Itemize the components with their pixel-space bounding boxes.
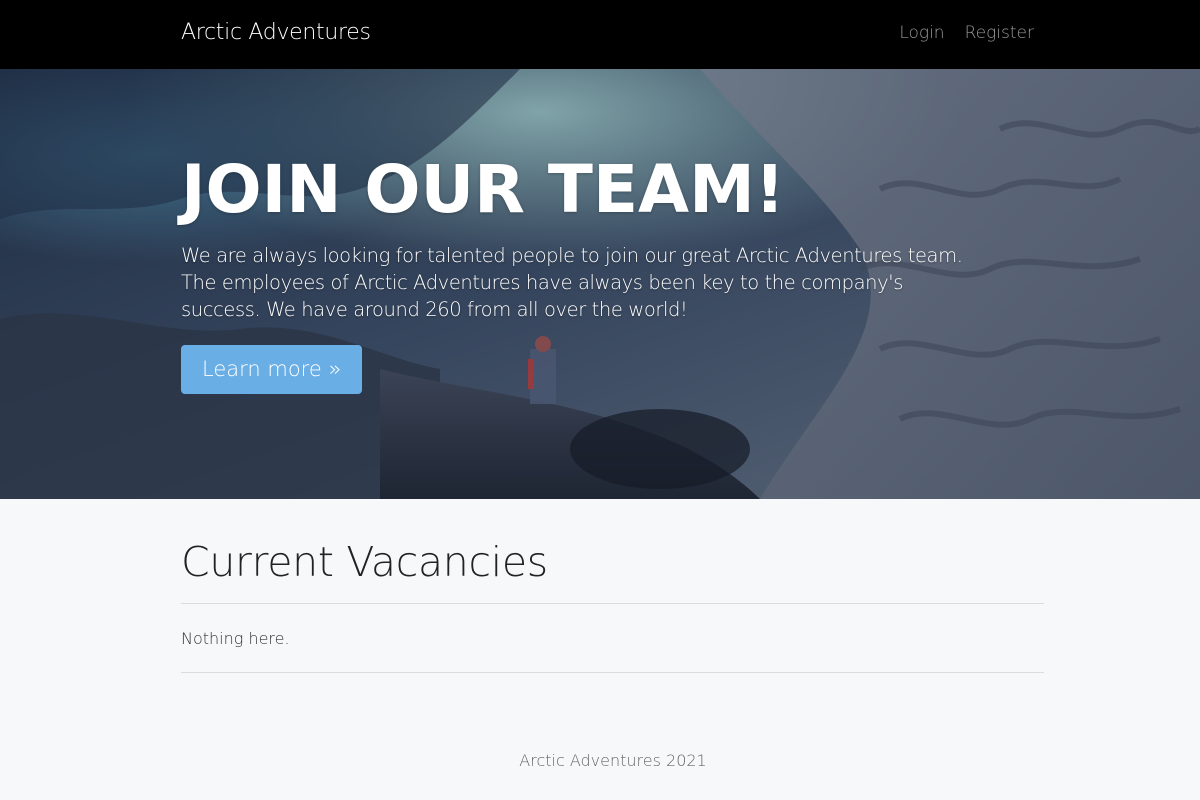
learn-more-button[interactable]: Learn more » — [181, 345, 363, 395]
register-link[interactable]: Register — [965, 23, 1034, 43]
nav-links: Login Register — [899, 23, 1034, 43]
brand-link[interactable]: Arctic Adventures — [181, 20, 371, 45]
hero-description-line-2: The employees of Arctic Adventures have … — [181, 271, 903, 295]
vacancies-empty-message: Nothing here. — [181, 604, 1044, 674]
hero-description-line-1: We are always looking for talented peopl… — [181, 244, 963, 268]
login-link[interactable]: Login — [899, 23, 944, 43]
top-navbar: Arctic Adventures Login Register — [0, 0, 1200, 69]
hero-content: JOIN OUR TEAM! We are always looking for… — [181, 151, 1051, 395]
hero-banner: JOIN OUR TEAM! We are always looking for… — [0, 69, 1200, 499]
vacancies-title: Current Vacancies — [181, 538, 1044, 605]
vacancies-section: Current Vacancies Nothing here. — [181, 499, 1044, 674]
hero-description: We are always looking for talented peopl… — [181, 242, 1051, 323]
hero-description-line-3: success. We have around 260 from all ove… — [181, 298, 688, 322]
hero-title: JOIN OUR TEAM! — [181, 151, 785, 228]
footer-text: Arctic Adventures 2021 — [519, 751, 707, 770]
